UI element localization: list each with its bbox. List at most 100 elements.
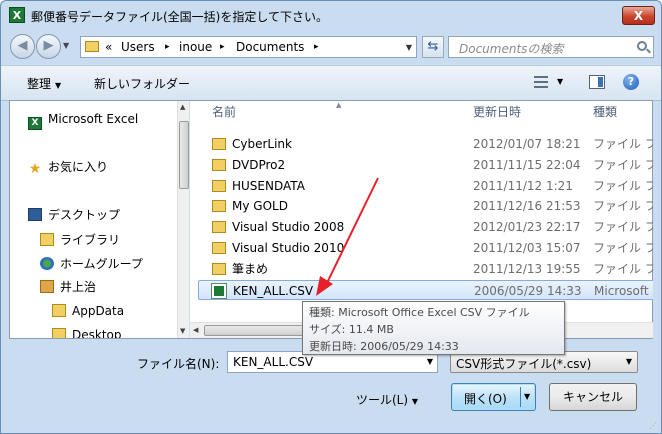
open-options-dropdown-icon[interactable]: ▼	[524, 392, 530, 401]
file-row[interactable]: HUSENDATA 2011/11/12 1:21 ファイル フ	[198, 176, 653, 196]
title-bar[interactable]: X 郵便番号データファイル(全国一括)を指定して下さい。 X	[1, 1, 661, 31]
desktop-icon	[28, 208, 42, 221]
file-name: 筆まめ	[232, 262, 269, 276]
cancel-button[interactable]: キャンセル	[549, 383, 637, 411]
nav-label: デスクトップ	[48, 208, 121, 222]
nav-item-desktop[interactable]: デスクトップ	[28, 205, 120, 225]
file-date: 2011/12/03 15:07	[473, 241, 581, 255]
split-divider	[520, 387, 521, 407]
folder-icon	[85, 41, 99, 52]
nav-item-microsoft-excel[interactable]: X Microsoft Excel	[28, 109, 139, 130]
file-type: ファイル フ	[593, 220, 653, 234]
address-dropdown-icon[interactable]: ▼	[406, 43, 412, 52]
user-folder-icon	[40, 280, 54, 293]
recent-pages-dropdown-icon[interactable]: ▼	[63, 41, 73, 51]
folder-icon	[52, 328, 66, 338]
scroll-left-icon[interactable]: ◀	[193, 326, 198, 334]
views-icon[interactable]	[534, 76, 548, 88]
file-row[interactable]: Visual Studio 2010 2011/12/03 15:07 ファイル フ	[198, 238, 653, 258]
nav-item-user[interactable]: 井上治	[40, 277, 96, 297]
nav-scrollbar[interactable]: ▲ ▼	[177, 101, 189, 338]
scroll-up-icon[interactable]: ▲	[180, 103, 185, 111]
views-dropdown-icon[interactable]: ▼	[557, 77, 563, 86]
breadcrumb-separator-icon[interactable]: ▸	[165, 42, 170, 52]
column-header-modified[interactable]: 更新日時	[473, 101, 521, 125]
file-name: HUSENDATA	[232, 179, 305, 193]
resize-grip-icon[interactable]: ⋰	[649, 421, 659, 431]
search-icon[interactable]	[637, 41, 647, 51]
breadcrumb-separator-icon[interactable]: ▸	[220, 42, 225, 52]
breadcrumb-inoue[interactable]: inoue	[179, 40, 212, 54]
folder-icon	[212, 138, 226, 150]
preview-pane-icon[interactable]	[589, 75, 605, 89]
file-row[interactable]: My GOLD 2011/12/16 21:53 ファイル フ	[198, 196, 653, 216]
search-input[interactable]: Documentsの検索	[448, 36, 654, 58]
file-type: ファイル フ	[593, 179, 653, 193]
nav-item-desktop-folder[interactable]: Desktop	[52, 325, 122, 338]
open-button[interactable]: 開く(O) ▼	[451, 383, 536, 411]
forward-button[interactable]: ▶	[36, 34, 61, 59]
file-row-selected[interactable]: KEN_ALL.CSV 2006/05/29 14:33 Microsoft O	[198, 280, 653, 300]
column-header-type[interactable]: 種類	[593, 101, 617, 125]
help-icon[interactable]: ?	[623, 74, 639, 90]
folder-icon	[212, 159, 226, 171]
navigation-pane: X Microsoft Excel ★ お気に入り デスクトップ ライブラリ ホーム…	[10, 101, 190, 338]
nav-item-homegroup[interactable]: ホームグループ	[40, 254, 143, 274]
search-placeholder: Documentsの検索	[459, 42, 564, 56]
file-row[interactable]: DVDPro2 2011/11/15 22:04 ファイル フ	[198, 155, 653, 175]
chevron-down-icon[interactable]: ▼	[427, 357, 433, 366]
address-row: ◀ ▶ ▼ « Users ▸ inoue ▸ Documents ▸ ▼ ⇆ …	[1, 31, 661, 63]
column-header-name[interactable]: 名前	[212, 101, 236, 125]
breadcrumb-documents[interactable]: Documents	[236, 40, 304, 54]
sort-ascending-icon: ▲	[336, 101, 342, 109]
organize-button[interactable]: 整理 ▼	[27, 75, 61, 92]
scroll-thumb[interactable]	[179, 121, 189, 189]
file-open-dialog: X 郵便番号データファイル(全国一括)を指定して下さい。 X ◀ ▶ ▼ « U…	[0, 0, 662, 434]
nav-label: お気に入り	[48, 160, 109, 174]
file-info-tooltip: 種類: Microsoft Office Excel CSV ファイル サイズ:…	[302, 301, 565, 355]
file-date: 2011/11/12 1:21	[473, 179, 573, 193]
file-name: DVDPro2	[232, 158, 286, 172]
nav-label: AppData	[72, 304, 125, 318]
folder-icon	[212, 200, 226, 212]
file-row[interactable]: Visual Studio 2008 2012/01/23 22:17 ファイル フ	[198, 217, 653, 237]
scroll-down-icon[interactable]: ▼	[180, 327, 185, 335]
nav-label: Microsoft Excel	[48, 112, 139, 126]
close-button[interactable]: X	[622, 6, 655, 25]
file-date: 2011/12/16 21:53	[473, 199, 581, 213]
folder-icon	[212, 242, 226, 254]
window-title: 郵便番号データファイル(全国一括)を指定して下さい。	[31, 10, 329, 24]
tooltip-size: サイズ: 11.4 MB	[309, 323, 394, 336]
tools-menu-button[interactable]: ツール(L) ▼	[356, 391, 418, 408]
chevron-down-icon: ▼	[411, 397, 419, 406]
tools-label: ツール(L)	[356, 393, 409, 407]
filename-value: KEN_ALL.CSV	[233, 355, 314, 369]
nav-label: 井上治	[60, 280, 97, 294]
address-bar[interactable]: « Users ▸ inoue ▸ Documents ▸ ▼	[80, 36, 417, 58]
back-button[interactable]: ◀	[10, 34, 35, 59]
file-date: 2006/05/29 14:33	[474, 284, 582, 298]
refresh-icon[interactable]: ⇆	[422, 36, 444, 58]
file-date: 2012/01/23 22:17	[473, 220, 581, 234]
breadcrumb-overflow[interactable]: «	[105, 40, 112, 54]
command-bar: 整理 ▼ 新しいフォルダー ▼ ?	[1, 65, 661, 101]
open-label: 開く(O)	[464, 392, 507, 406]
excel-icon: X	[28, 117, 42, 130]
nav-item-appdata[interactable]: AppData	[52, 301, 124, 321]
organize-label: 整理	[27, 77, 52, 91]
file-row[interactable]: 筆まめ 2011/12/13 19:55 ファイル フ	[198, 259, 653, 279]
nav-label: ライブラリ	[60, 233, 121, 247]
nav-item-library[interactable]: ライブラリ	[40, 230, 120, 250]
breadcrumb-separator-icon[interactable]: ▸	[314, 42, 319, 52]
file-type: ファイル フ	[593, 199, 653, 213]
star-icon: ★	[28, 161, 42, 177]
chevron-down-icon: ▼	[55, 81, 62, 90]
tooltip-date: 更新日時: 2006/05/29 14:33	[309, 340, 459, 353]
breadcrumb-users[interactable]: Users	[121, 40, 155, 54]
file-row[interactable]: CyberLink 2012/01/07 18:21 ファイル フ	[198, 134, 653, 154]
new-folder-button[interactable]: 新しいフォルダー	[94, 75, 190, 92]
excel-csv-file-icon	[211, 283, 227, 299]
nav-item-favorites[interactable]: ★ お気に入り	[28, 157, 108, 177]
file-name: KEN_ALL.CSV	[233, 284, 314, 298]
filename-label: ファイル名(N):	[137, 357, 220, 371]
